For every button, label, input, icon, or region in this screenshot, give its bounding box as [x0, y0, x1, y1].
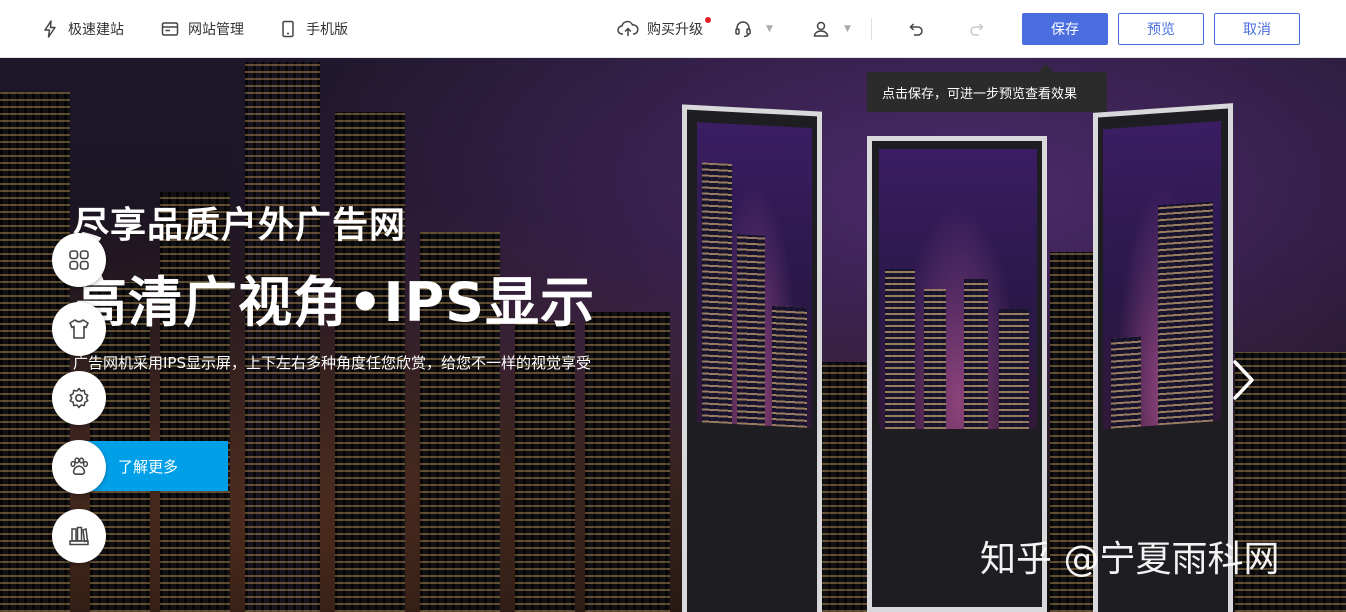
toolbar-divider: [871, 18, 872, 40]
shirt-icon: [69, 319, 89, 339]
undo-button[interactable]: [906, 18, 934, 40]
settings-tool-button[interactable]: [52, 371, 106, 425]
mobile-icon: [282, 20, 294, 38]
tooltip-arrow: [1038, 64, 1054, 72]
banner-title-large: 高清广视角•IPS显示: [73, 271, 596, 334]
paw-icon: [70, 457, 89, 475]
screen-building: [999, 309, 1029, 429]
chevron-down-icon: ▼: [766, 24, 773, 34]
background-building: [245, 62, 320, 612]
notification-dot: [705, 17, 711, 23]
gear-icon: [69, 387, 89, 409]
quick-build-button[interactable]: 极速建站: [40, 18, 124, 40]
chevron-down-icon: ▼: [844, 24, 851, 34]
background-building: [160, 192, 230, 612]
theme-tool-button[interactable]: [52, 302, 106, 356]
user-icon: [813, 21, 829, 37]
mobile-button[interactable]: 手机版: [278, 18, 348, 40]
banner-subtitle: 广告网机采用IPS显示屏，上下左右多种角度任您欣赏，给您不一样的视觉享受: [73, 354, 591, 372]
site-manage-icon: [161, 22, 179, 36]
books-icon: [69, 526, 89, 546]
kiosk-screen: [1103, 120, 1221, 430]
next-slide-arrow[interactable]: [1222, 345, 1264, 415]
background-building: [820, 362, 870, 612]
kiosk-screen: [697, 122, 812, 429]
screen-building: [737, 234, 765, 426]
layout-tool-button[interactable]: [52, 233, 106, 287]
redo-icon: [970, 23, 984, 36]
site-manage-button[interactable]: 网站管理: [160, 18, 244, 40]
cancel-button[interactable]: 取消: [1214, 13, 1300, 45]
undo-icon: [909, 23, 923, 36]
screen-building: [702, 162, 732, 424]
cloud-upload-icon: [617, 20, 639, 36]
site-manage-label: 网站管理: [188, 22, 244, 38]
screen-building: [1111, 336, 1141, 429]
screen-building: [885, 269, 915, 429]
chevron-right-icon: [1233, 360, 1254, 400]
screen-building: [772, 306, 807, 428]
quick-build-label: 极速建站: [68, 22, 124, 38]
user-menu-button[interactable]: ▼: [811, 18, 851, 40]
plugin-tool-button[interactable]: [52, 440, 106, 494]
grid-icon: [69, 250, 89, 270]
support-button[interactable]: ▼: [733, 18, 773, 40]
headset-icon: [735, 21, 751, 38]
kiosk-screen: [879, 149, 1037, 429]
save-button[interactable]: 保存: [1022, 13, 1108, 45]
banner-title-small: 尽享品质户外广告网: [73, 205, 407, 246]
upgrade-button[interactable]: 购买升级: [617, 18, 703, 40]
screen-building: [924, 289, 946, 429]
redo-button[interactable]: [967, 18, 995, 40]
screen-building: [1158, 201, 1213, 426]
upgrade-label: 购买升级: [647, 22, 703, 38]
screen-building: [964, 279, 988, 429]
library-tool-button[interactable]: [52, 509, 106, 563]
background-building: [585, 312, 670, 612]
kiosk-display-left: [682, 104, 822, 612]
lightning-icon: [44, 20, 56, 38]
mobile-label: 手机版: [306, 22, 348, 38]
save-tooltip: 点击保存，可进一步预览查看效果: [867, 72, 1107, 112]
preview-button[interactable]: 预览: [1118, 13, 1204, 45]
top-toolbar: 极速建站 网站管理 手机版 购买升级 ▼ ▼ 保存 预览 取消: [0, 0, 1346, 58]
watermark: 知乎 @宁夏雨科网: [980, 539, 1280, 580]
